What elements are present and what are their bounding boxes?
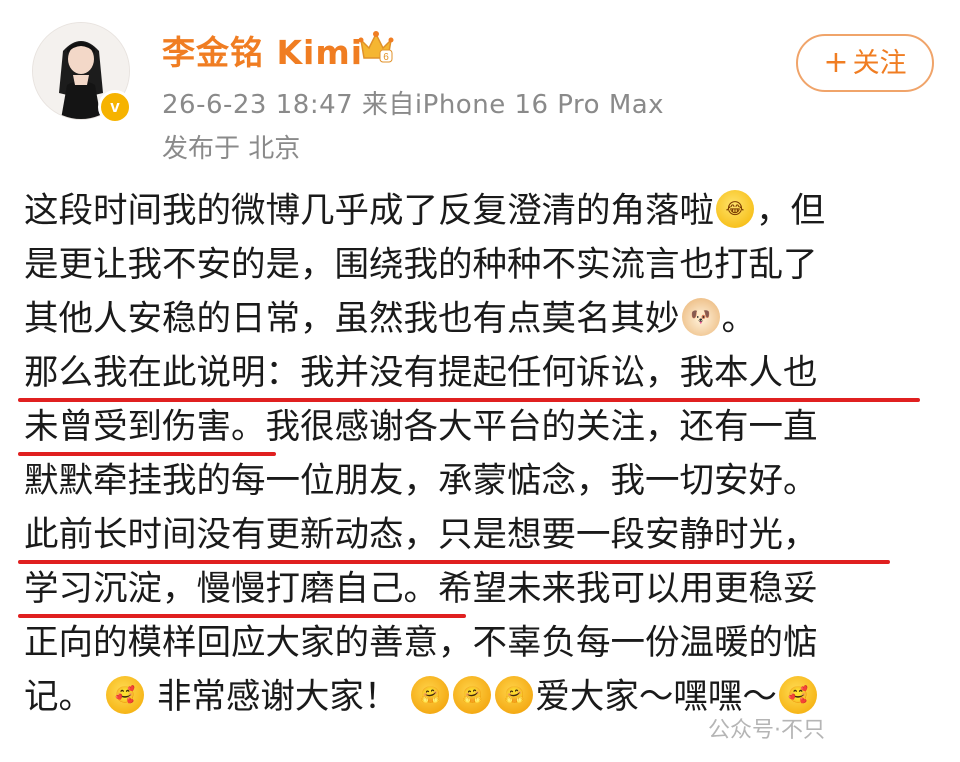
verified-badge-icon: v — [98, 90, 132, 124]
dog-face-emoji-icon: 🐶 — [681, 298, 720, 336]
user-name[interactable]: 李金铭 Kimi — [162, 26, 363, 74]
post-text: 未曾受到伤害。 — [24, 407, 266, 447]
post-text: 这段时间我的微博几乎成了反复澄清的角落啦 — [24, 191, 714, 231]
post-text: ，但 — [756, 191, 825, 231]
svg-text:6: 6 — [383, 52, 389, 63]
post-text: 非常感谢大家！ — [156, 677, 399, 717]
post-text: 我很感谢各大平台的关注，还有一直 — [265, 407, 818, 447]
post-location: 发布于 北京 — [162, 134, 301, 164]
post-text: 那么我在此说明：我并没有提起任何诉讼，我本人也 — [24, 353, 818, 393]
post-line: 未曾受到伤害。我很感谢各大平台的关注，还有一直 — [18, 400, 936, 456]
post-line: 其他人安稳的日常，虽然我也有点莫名其妙 🐶。 — [24, 292, 936, 346]
post-body: 这段时间我的微博几乎成了反复澄清的角落啦 😂 ，但 是更让我不安的是，围绕我的种种不… — [18, 184, 936, 724]
post-line: 此前长时间没有更新动态，只是想要一段安静时光， — [18, 508, 936, 564]
post-line: 那么我在此说明：我并没有提起任何诉讼，我本人也 — [18, 346, 936, 402]
flower-smile-emoji-icon: 🥰 — [105, 676, 144, 714]
post-header: v 李金铭 Kimi 6 26-6-23 18:47 来自iPhone 16 P… — [0, 0, 960, 175]
flower-smile-emoji-icon: 🥰 — [778, 676, 817, 714]
crown-icon: 6 — [358, 31, 394, 63]
post-line: 学习沉淀，慢慢打磨自己。希望未来我可以用更稳妥 — [18, 562, 936, 618]
post-line: 正向的模样回应大家的善意，不辜负每一份温暖的惦 — [24, 616, 936, 670]
post-line: 这段时间我的微博几乎成了反复澄清的角落啦 😂 ，但 — [24, 184, 936, 238]
follow-label: 关注 — [852, 48, 907, 79]
post-text: 记。 — [24, 677, 93, 717]
post-text: 学习沉淀，慢慢打磨自己。 — [24, 569, 438, 609]
watermark: 公众号·不只 — [708, 718, 825, 743]
post-time-source: 26-6-23 18:47 来自iPhone 16 Pro Max — [162, 90, 665, 120]
post-text: 正向的模样回应大家的善意，不辜负每一份温暖的惦 — [24, 623, 818, 663]
hug-face-emoji-icon: 🤗 — [453, 676, 492, 714]
post-text: 是更让我不安的是，围绕我的种种不实流言也打乱了 — [24, 245, 818, 285]
plus-icon: + — [823, 45, 849, 80]
post-text: 。 — [721, 299, 757, 339]
post-text: 此前长时间没有更新动态，只是想要一段安静时光， — [24, 515, 818, 555]
laugh-cry-emoji-icon: 😂 — [716, 190, 754, 228]
hug-face-emoji-icon: 🤗 — [495, 676, 534, 714]
follow-button[interactable]: + 关注 — [796, 34, 934, 92]
post-text: 默默牵挂我的每一位朋友，承蒙惦念，我一切安好。 — [24, 461, 818, 501]
post-line: 是更让我不安的是，围绕我的种种不实流言也打乱了 — [24, 238, 936, 292]
hug-face-emoji-icon: 🤗 — [411, 676, 450, 714]
post-text: 爱大家～嘿嘿～ — [535, 677, 777, 717]
post-text: 希望未来我可以用更稳妥 — [438, 569, 818, 609]
post-line: 默默牵挂我的每一位朋友，承蒙惦念，我一切安好。 — [24, 454, 936, 508]
post-text: 其他人安稳的日常，虽然我也有点莫名其妙 — [24, 299, 680, 339]
